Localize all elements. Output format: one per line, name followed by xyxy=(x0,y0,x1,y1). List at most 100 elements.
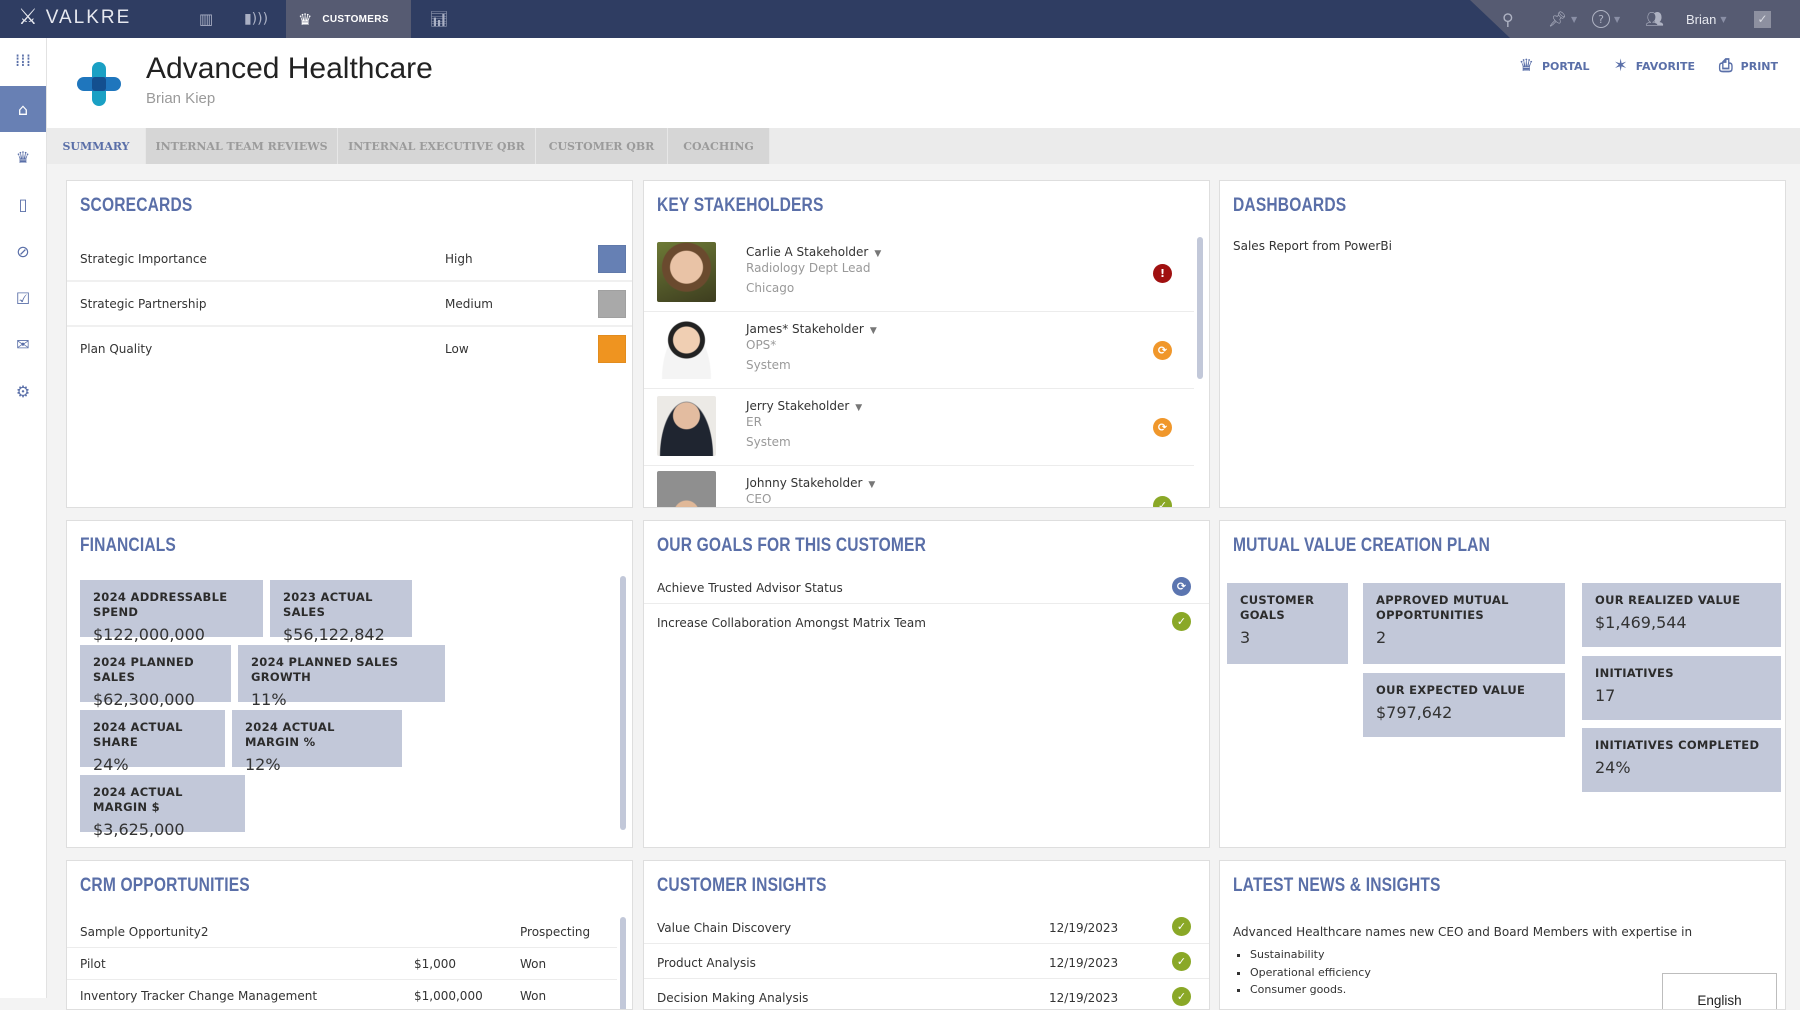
tab-bar: SUMMARY INTERNAL TEAM REVIEWS INTERNAL E… xyxy=(47,128,1800,164)
scorecard-name: Strategic Importance xyxy=(80,252,207,266)
news-bullet: Operational efficiency xyxy=(1250,964,1371,982)
tile-label: 2024 PLANNED SALES GROWTH xyxy=(251,655,399,684)
tile-value: $56,122,842 xyxy=(283,625,385,644)
sidebar-item-door[interactable]: ▯ xyxy=(0,181,46,227)
scorecard-row[interactable]: Strategic Importance High xyxy=(67,237,632,282)
scorecard-row[interactable]: Strategic Partnership Medium xyxy=(67,282,632,327)
nav-dashboard-bars[interactable]: ▥ xyxy=(190,0,220,38)
favorite-button[interactable]: ✶ FAVORITE xyxy=(1614,56,1696,76)
goal-row[interactable]: Increase Collaboration Amongst Matrix Te… xyxy=(644,604,1209,639)
tile-label: 2024 ACTUAL MARGIN % xyxy=(245,720,335,749)
goal-row[interactable]: Achieve Trusted Advisor Status ⟳ xyxy=(644,569,1209,604)
user-menu[interactable]: Brian ▼ xyxy=(1686,0,1727,38)
sidebar-item-apps[interactable]: ⁞⁞⁞ xyxy=(0,38,46,84)
door-icon: ▯ xyxy=(18,194,28,214)
tile-value: $1,469,544 xyxy=(1595,613,1687,632)
insight-name: Decision Making Analysis xyxy=(657,991,809,1005)
nav-signal[interactable]: ▮))) xyxy=(241,0,271,38)
star-icon: ✶ xyxy=(1613,56,1628,76)
sidebar-item-reports[interactable]: ☑ xyxy=(0,275,46,321)
pin-menu-button[interactable]: 📌︎ ▼ xyxy=(1548,0,1577,38)
portal-label: PORTAL xyxy=(1541,59,1590,73)
sync-icon: ⟳ xyxy=(1153,418,1172,437)
team-button[interactable]: 👥︎ xyxy=(1645,0,1664,38)
financial-tile: 2024 ADDRESSABLE SPEND $122,000,000 xyxy=(80,580,263,644)
signal-icon: ▮))) xyxy=(243,11,269,27)
tab-coaching[interactable]: COACHING xyxy=(668,128,770,164)
insight-row[interactable]: Value Chain Discovery 12/19/2023 ✓ xyxy=(644,909,1209,944)
print-button[interactable]: ⎙ PRINT xyxy=(1719,56,1778,76)
nav-customers-label: CUSTOMERS xyxy=(322,13,389,25)
sidebar-item-settings[interactable]: ⚙ xyxy=(0,368,46,414)
sync-icon: ⟳ xyxy=(1172,577,1191,596)
opportunity-stage: Prospecting xyxy=(520,925,591,939)
language-selector[interactable]: English xyxy=(1662,973,1777,1009)
sidebar-item-home[interactable]: ⌂ xyxy=(0,86,46,132)
sidebar-item-mail-report[interactable]: ✉ xyxy=(0,321,46,367)
portal-button[interactable]: ♛ PORTAL xyxy=(1519,56,1590,76)
opportunity-stage: Won xyxy=(520,989,547,1003)
tile-value: $797,642 xyxy=(1376,703,1453,722)
apps-grid-icon: ⁞⁞⁞ xyxy=(14,51,32,71)
news-headline[interactable]: Advanced Healthcare names new CEO and Bo… xyxy=(1233,925,1692,939)
opportunity-row[interactable]: Inventory Tracker Change Management $1,0… xyxy=(67,980,617,1009)
insight-row[interactable]: Decision Making Analysis 12/19/2023 ✓ xyxy=(644,979,1209,1009)
latest-news-panel: LATEST NEWS & INSIGHTS Advanced Healthca… xyxy=(1219,860,1786,1010)
sidebar-item-compass[interactable]: ⊘ xyxy=(0,228,46,274)
mvcp-tile: OUR EXPECTED VALUE $797,642 xyxy=(1363,673,1565,737)
tab-internal-executive-qbr[interactable]: INTERNAL EXECUTIVE QBR xyxy=(338,128,536,164)
news-bullet: Consumer goods. xyxy=(1250,981,1371,999)
crm-opportunities-panel: CRM OPPORTUNITIES Sample Opportunity2 Pr… xyxy=(66,860,633,1010)
nav-customers[interactable]: ♛ CUSTOMERS xyxy=(286,0,411,38)
stakeholder-photo xyxy=(657,396,716,456)
panel-title: MUTUAL VALUE CREATION PLAN xyxy=(1233,535,1491,556)
app-logo[interactable]: ⚔ VALKRE xyxy=(18,7,131,29)
financial-tile: 2024 ACTUAL SHARE 24% xyxy=(80,710,225,774)
stakeholder-name: Carlie A Stakeholder ▼ xyxy=(746,245,882,259)
sidebar-item-customers[interactable]: ♛ xyxy=(0,134,46,180)
tab-customer-qbr[interactable]: CUSTOMER QBR xyxy=(536,128,668,164)
header-actions: ♛ PORTAL ✶ FAVORITE ⎙ PRINT xyxy=(1519,56,1778,76)
tab-summary[interactable]: SUMMARY xyxy=(47,128,146,164)
tile-value: $62,300,000 xyxy=(93,690,195,709)
customer-insights-panel: CUSTOMER INSIGHTS Value Chain Discovery … xyxy=(643,860,1210,1010)
insight-name: Value Chain Discovery xyxy=(657,921,792,935)
nav-analytics[interactable]: 📊︎ xyxy=(424,0,454,38)
insight-row[interactable]: Product Analysis 12/19/2023 ✓ xyxy=(644,944,1209,979)
tile-label: 2024 PLANNED SALES xyxy=(93,655,194,684)
crm-scrollbar[interactable] xyxy=(620,917,626,1009)
tile-value: 24% xyxy=(1595,758,1631,777)
panel-title: OUR GOALS FOR THIS CUSTOMER xyxy=(657,535,927,556)
dashboards-panel: DASHBOARDS Sales Report from PowerBi xyxy=(1219,180,1786,508)
scorecard-row[interactable]: Plan Quality Low xyxy=(67,327,632,372)
print-label: PRINT xyxy=(1740,59,1778,73)
search-button[interactable]: ⚲ xyxy=(1502,0,1514,38)
mvcp-tile: OUR REALIZED VALUE $1,469,544 xyxy=(1582,583,1781,647)
tile-value: 2 xyxy=(1376,628,1387,647)
tile-label: APPROVED MUTUAL OPPORTUNITIES xyxy=(1376,593,1509,622)
panel-title: CRM OPPORTUNITIES xyxy=(80,875,250,896)
stakeholder-row[interactable]: Jerry Stakeholder ▼ ER System ⟳ xyxy=(644,389,1194,466)
tile-value: 24% xyxy=(93,755,129,774)
financials-scrollbar[interactable] xyxy=(620,576,626,830)
tasks-button[interactable]: ✓ xyxy=(1754,0,1771,38)
check-circle-icon: ✓ xyxy=(1153,496,1172,507)
customer-crown-icon: ♛ xyxy=(15,147,31,167)
stakeholder-row[interactable]: James* Stakeholder ▼ OPS* System ⟳ xyxy=(644,312,1194,389)
opportunity-row[interactable]: Pilot $1,000 Won xyxy=(67,948,617,980)
shield-icon: ▼ xyxy=(868,480,876,490)
dashboard-bars-icon: ▥ xyxy=(198,10,213,28)
opportunity-row[interactable]: Sample Opportunity2 Prospecting xyxy=(67,916,617,948)
tab-internal-team-reviews[interactable]: INTERNAL TEAM REVIEWS xyxy=(146,128,338,164)
stakeholder-role: OPS* xyxy=(746,338,777,352)
opportunity-name: Sample Opportunity2 xyxy=(80,925,209,939)
stakeholder-row[interactable]: Johnny Stakeholder ▼ CEO ✓ xyxy=(644,466,1194,507)
stakeholder-role: ER xyxy=(746,415,762,429)
tile-label: 2024 ADDRESSABLE SPEND xyxy=(93,590,228,619)
stakeholder-row[interactable]: Carlie A Stakeholder ▼ Radiology Dept Lea… xyxy=(644,235,1194,312)
news-bullet: Sustainability xyxy=(1250,946,1371,964)
help-menu-button[interactable]: ? ▼ xyxy=(1592,0,1620,38)
tile-label: INITIATIVES COMPLETED xyxy=(1595,738,1760,752)
dashboard-link[interactable]: Sales Report from PowerBi xyxy=(1233,239,1392,253)
stakeholders-scrollbar[interactable] xyxy=(1197,237,1203,379)
